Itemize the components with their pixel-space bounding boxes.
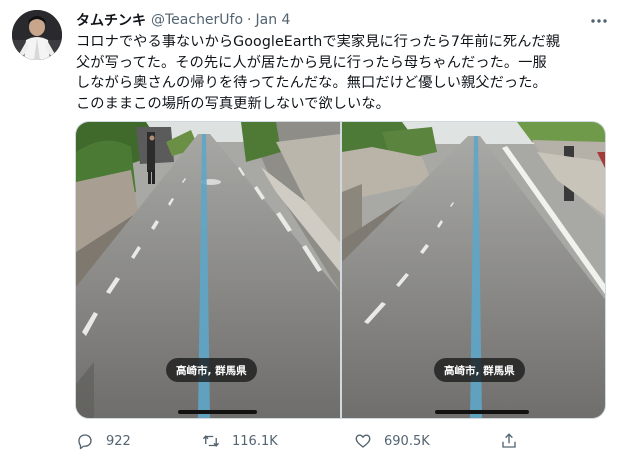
street-view-photo-left[interactable]: 高崎市, 群馬県 [76,122,340,418]
more-icon[interactable] [588,10,610,32]
retweet-count: 116.1K [232,433,278,449]
header-separator: · [247,12,252,28]
tweet-text-line: 父が写ってた。その先に人が居たから見に行ったら母ちゃんだった。一服 [76,54,547,71]
share-icon [502,433,516,448]
like-button[interactable]: 690.5K [354,428,430,454]
location-badge: 高崎市, 群馬県 [166,358,257,382]
street-view-photo-right[interactable]: 高崎市, 群馬県 [342,122,605,418]
display-name[interactable]: タムチンキ [76,10,146,30]
tweet-text-line: このままこの場所の写真更新しないで欲しいな。 [76,95,390,112]
reply-count: 922 [106,433,131,449]
share-button[interactable] [500,428,530,454]
retweet-icon [202,435,220,447]
navigation-bar [435,410,529,414]
reply-button[interactable]: 922 [76,428,131,454]
reply-icon [78,434,92,450]
retweet-button[interactable]: 116.1K [202,428,278,454]
tweet-actions: 922 116.1K 690.5K [76,428,616,454]
tweet-text-line: コロナでやる事ないからGoogleEarthで実家見に行ったら7年前に死んだ親 [76,34,561,50]
tweet-date[interactable]: Jan 4 [256,12,291,28]
avatar-image [12,10,62,60]
tweet-text: コロナでやる事ないからGoogleEarthで実家見に行ったら7年前に死んだ親 … [76,32,616,114]
user-handle[interactable]: @TeacherUfo [151,12,243,28]
navigation-bar [178,410,257,414]
like-count: 690.5K [384,433,430,449]
tweet-text-line: しながら奥さんの帰りを待ってたんだな。無口だけど優しい親父だった。 [76,75,547,91]
like-icon [355,434,371,448]
tweet-media: 高崎市, 群馬県 高崎市, 群馬県 [75,121,606,419]
avatar[interactable] [12,10,62,60]
location-badge: 高崎市, 群馬県 [434,358,525,382]
tweet-header: タムチンキ @TeacherUfo · Jan 4 [76,9,290,31]
